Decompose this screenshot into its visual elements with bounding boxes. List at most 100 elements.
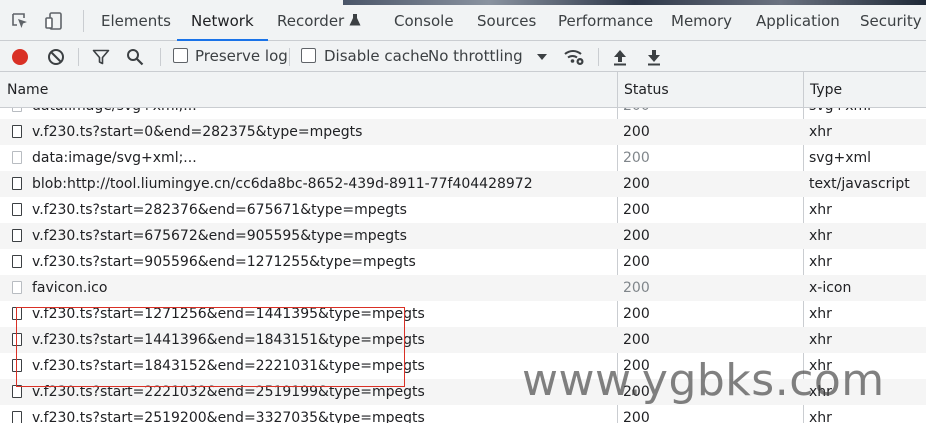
request-type: xhr: [809, 410, 832, 423]
wifi-gear-icon: [564, 50, 584, 65]
request-status: 200: [623, 280, 650, 296]
request-status: 200: [623, 150, 650, 166]
request-status: 200: [623, 108, 650, 119]
device-toolbar-icon[interactable]: [43, 10, 65, 32]
request-name[interactable]: favicon.ico: [32, 275, 612, 301]
import-har-button[interactable]: [609, 46, 631, 68]
toolbar-separator: [78, 48, 79, 66]
tab-network[interactable]: Network: [177, 0, 268, 41]
request-status: 200: [623, 228, 650, 244]
table-row[interactable]: favicon.ico 200 x-icon: [0, 275, 926, 301]
column-header-status[interactable]: Status: [624, 72, 669, 108]
preserve-log-label: Preserve log: [195, 47, 288, 65]
table-row[interactable]: v.f230.ts?start=282376&end=675671&type=m…: [0, 197, 926, 223]
preserve-log-checkbox[interactable]: [173, 48, 188, 63]
column-header-name[interactable]: Name: [7, 72, 48, 108]
request-name[interactable]: v.f230.ts?start=2519200&end=3327035&type…: [32, 405, 612, 423]
file-icon: [12, 385, 22, 398]
request-type: x-icon: [809, 280, 852, 296]
request-status: 200: [623, 410, 650, 423]
request-name[interactable]: v.f230.ts?start=675672&end=905595&type=m…: [32, 223, 612, 249]
tab-application[interactable]: Application: [756, 0, 840, 41]
tab-security[interactable]: Security: [860, 0, 922, 41]
request-type: svg+xml: [809, 108, 871, 119]
request-table-header: Name Status Type: [0, 72, 926, 108]
toolbar-separator: [598, 48, 599, 66]
table-row[interactable]: data:image/svg+xml;... 200 svg+xml: [0, 108, 926, 119]
tab-recorder-label: Recorder: [277, 12, 345, 30]
chevron-down-icon[interactable]: [531, 46, 553, 68]
search-button[interactable]: [124, 46, 146, 68]
request-name[interactable]: v.f230.ts?start=2221032&end=2519199&type…: [32, 379, 612, 405]
request-name[interactable]: data:image/svg+xml;...: [32, 145, 612, 171]
file-icon: [12, 108, 22, 112]
tab-divider: [83, 10, 84, 32]
request-name[interactable]: v.f230.ts?start=0&end=282375&type=mpegts: [32, 119, 612, 145]
table-row[interactable]: data:image/svg+xml;... 200 svg+xml: [0, 145, 926, 171]
table-row[interactable]: v.f230.ts?start=675672&end=905595&type=m…: [0, 223, 926, 249]
request-name[interactable]: v.f230.ts?start=1843152&end=2221031&type…: [32, 353, 612, 379]
table-row[interactable]: v.f230.ts?start=2519200&end=3327035&type…: [0, 405, 926, 423]
tab-recorder[interactable]: Recorder: [277, 0, 361, 41]
tab-sources[interactable]: Sources: [477, 0, 536, 41]
file-icon: [12, 333, 22, 346]
request-name[interactable]: v.f230.ts?start=1271256&end=1441395&type…: [32, 301, 612, 327]
file-icon: [12, 359, 22, 372]
clear-icon: [48, 49, 64, 65]
request-type: xhr: [809, 384, 832, 400]
file-icon: [12, 307, 22, 320]
request-status: 200: [623, 124, 650, 140]
table-row[interactable]: blob:http://tool.liumingye.cn/cc6da8bc-8…: [0, 171, 926, 197]
request-status: 200: [623, 254, 650, 270]
request-status: 200: [623, 176, 650, 192]
tab-memory[interactable]: Memory: [671, 0, 732, 41]
file-icon: [12, 151, 22, 164]
record-button[interactable]: [9, 46, 31, 68]
throttling-select[interactable]: No throttling: [428, 47, 523, 65]
table-row[interactable]: v.f230.ts?start=1271256&end=1441395&type…: [0, 301, 926, 327]
file-icon: [12, 281, 22, 294]
request-name[interactable]: data:image/svg+xml;...: [32, 108, 612, 119]
tab-performance[interactable]: Performance: [558, 0, 653, 41]
upload-icon: [614, 50, 626, 66]
request-type: svg+xml: [809, 150, 872, 166]
file-icon: [12, 229, 22, 242]
devtools-tab-bar: Elements Network Recorder Console Source…: [0, 0, 926, 41]
search-icon: [127, 49, 144, 66]
clear-button[interactable]: [45, 46, 67, 68]
request-name[interactable]: v.f230.ts?start=905596&end=1271255&type=…: [32, 249, 612, 275]
request-name[interactable]: blob:http://tool.liumingye.cn/cc6da8bc-8…: [32, 171, 612, 197]
request-type: xhr: [809, 306, 832, 322]
table-row[interactable]: v.f230.ts?start=2221032&end=2519199&type…: [0, 379, 926, 405]
file-icon: [12, 177, 22, 190]
table-row[interactable]: v.f230.ts?start=1843152&end=2221031&type…: [0, 353, 926, 379]
toolbar-separator: [160, 48, 161, 66]
network-toolbar: Preserve log Disable cache No throttling: [0, 41, 926, 72]
request-name[interactable]: v.f230.ts?start=282376&end=675671&type=m…: [32, 197, 612, 223]
file-icon: [12, 203, 22, 216]
filter-button[interactable]: [90, 46, 112, 68]
file-icon: [12, 411, 22, 423]
request-name[interactable]: v.f230.ts?start=1441396&end=1843151&type…: [32, 327, 612, 353]
tab-elements[interactable]: Elements: [101, 0, 171, 41]
inspect-element-icon[interactable]: [9, 10, 31, 32]
request-type: xhr: [809, 254, 832, 270]
toolbar-separator: [289, 48, 290, 66]
column-header-type[interactable]: Type: [810, 72, 842, 108]
request-status: 200: [623, 384, 650, 400]
request-type: xhr: [809, 202, 832, 218]
network-conditions-button[interactable]: [563, 46, 585, 68]
disable-cache-checkbox[interactable]: [301, 48, 316, 63]
request-type: xhr: [809, 124, 832, 140]
request-type: text/javascript: [809, 176, 910, 192]
tab-console[interactable]: Console: [394, 0, 454, 41]
table-row[interactable]: v.f230.ts?start=0&end=282375&type=mpegts…: [0, 119, 926, 145]
request-type: xhr: [809, 358, 832, 374]
request-list[interactable]: data:image/svg+xml;...200svg+xmlv.f230.t…: [0, 108, 926, 423]
filter-icon: [92, 49, 110, 65]
table-row[interactable]: v.f230.ts?start=1441396&end=1843151&type…: [0, 327, 926, 353]
table-row[interactable]: v.f230.ts?start=905596&end=1271255&type=…: [0, 249, 926, 275]
request-type: xhr: [809, 228, 832, 244]
export-har-button[interactable]: [643, 46, 665, 68]
file-icon: [12, 255, 22, 268]
